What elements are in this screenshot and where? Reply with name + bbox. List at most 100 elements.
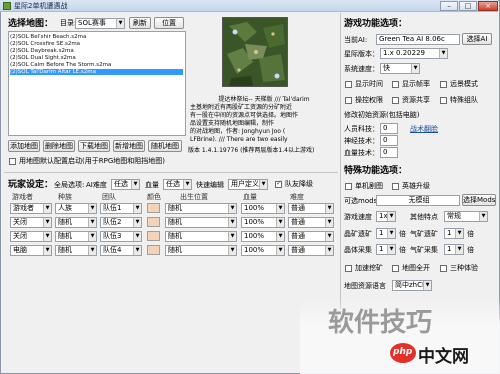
player-select[interactable]: 关闭 ▼ bbox=[10, 231, 52, 242]
team-value: 队伍3 bbox=[103, 232, 122, 240]
chevron-down-icon: ▼ bbox=[325, 232, 333, 241]
resource-share-checkbox[interactable] bbox=[392, 97, 399, 104]
chevron-down-icon: ▼ bbox=[133, 204, 141, 213]
player-color-swatch[interactable] bbox=[147, 231, 160, 241]
mineral-collect-select[interactable]: 1 ▼ bbox=[376, 244, 396, 255]
player-select[interactable]: 电脑 ▼ bbox=[10, 245, 52, 256]
far-view-checkbox[interactable] bbox=[440, 81, 447, 88]
tactics-link[interactable]: 战术翻脸 bbox=[410, 124, 438, 134]
version-select[interactable]: 1.x 0.20229 ▼ bbox=[380, 48, 448, 59]
player-color-swatch[interactable] bbox=[147, 217, 160, 227]
hp-percent-select[interactable]: 100% ▼ bbox=[241, 245, 285, 256]
race-value: 人族 bbox=[58, 204, 72, 212]
maximize-button[interactable]: □ bbox=[459, 1, 477, 11]
select-mods-button[interactable]: 选择Mods bbox=[462, 194, 496, 206]
chevron-down-icon: ▼ bbox=[183, 180, 191, 189]
new-map-button[interactable]: 新增地图 bbox=[113, 140, 145, 152]
select-ai-button[interactable]: 选择AI bbox=[462, 33, 492, 45]
race-select[interactable]: 随机 ▼ bbox=[55, 231, 97, 242]
single-scenario-label: 单机剧图 bbox=[355, 182, 383, 190]
mineral-left-label: 晶矿遗矿 bbox=[344, 230, 372, 238]
map-list[interactable]: (2)SOL Bel'shir Beach.s2ma (2)SOL Crossf… bbox=[8, 31, 186, 136]
control-permission-checkbox[interactable] bbox=[345, 97, 352, 104]
minerals-input[interactable]: 0 bbox=[380, 123, 398, 134]
spawn-select[interactable]: 随机 ▼ bbox=[165, 231, 237, 242]
chevron-down-icon: ▼ bbox=[228, 232, 236, 241]
gas-left-select[interactable]: 1 ▼ bbox=[444, 228, 464, 239]
show-time-label: 显示时间 bbox=[355, 80, 383, 88]
map-version-text: 版本 1.4.1.19776 (推荐两层版本1.4以上游戏) bbox=[188, 147, 315, 154]
location-button[interactable]: 位置 bbox=[154, 17, 184, 29]
map-language-select[interactable]: 简中zhCN ▼ bbox=[392, 280, 432, 291]
map-list-item[interactable]: (2)SOL Bel'shir Beach.s2ma bbox=[10, 34, 183, 40]
team-downgrade-checkbox[interactable] bbox=[275, 179, 282, 188]
quick-edit-select[interactable]: 用户定义 ▼ bbox=[228, 179, 268, 190]
spawn-select[interactable]: 随机 ▼ bbox=[165, 203, 237, 214]
special-team-checkbox[interactable] bbox=[440, 97, 447, 104]
difficulty-select[interactable]: 普通 ▼ bbox=[288, 231, 334, 242]
refresh-button[interactable]: 刷新 bbox=[129, 17, 151, 29]
hp-select[interactable]: 任选 ▼ bbox=[163, 179, 192, 190]
map-list-item[interactable]: (2)SOL Calm Before The Storm.s2ma bbox=[10, 62, 183, 68]
system-speed-label: 系统速度： bbox=[344, 65, 379, 73]
minimize-button[interactable]: – bbox=[440, 1, 458, 11]
hp-tech-label: 血量技术： bbox=[344, 149, 379, 157]
default-config-checkbox[interactable] bbox=[9, 158, 16, 165]
map-reveal-checkbox[interactable] bbox=[392, 265, 399, 272]
map-list-item-selected[interactable]: (2)SOL Tal'Darim Altar LE.s2ma bbox=[10, 69, 183, 75]
single-scenario-checkbox[interactable] bbox=[345, 183, 352, 190]
three-races-checkbox[interactable] bbox=[440, 265, 447, 272]
map-source-select[interactable]: SOL赛事 ▼ bbox=[75, 18, 125, 29]
race-select[interactable]: 人族 ▼ bbox=[55, 203, 97, 214]
show-fps-checkbox[interactable] bbox=[392, 81, 399, 88]
chevron-down-icon: ▼ bbox=[43, 204, 51, 213]
hp-percent-select[interactable]: 100% ▼ bbox=[241, 231, 285, 242]
mods-field[interactable]: 无模组 bbox=[376, 195, 460, 206]
map-list-item[interactable]: (2)SOL Crossfire SE.s2ma bbox=[10, 41, 183, 47]
player-select[interactable]: 关闭 ▼ bbox=[10, 217, 52, 228]
player-select[interactable]: 游戏者 ▼ bbox=[10, 203, 52, 214]
fast-mining-checkbox[interactable] bbox=[345, 265, 352, 272]
hero-upgrade-checkbox[interactable] bbox=[392, 183, 399, 190]
difficulty-select[interactable]: 普通 ▼ bbox=[288, 245, 334, 256]
map-list-item[interactable]: (2)SOL Daybreak.s2ma bbox=[10, 48, 183, 54]
team-select[interactable]: 队伍3 ▼ bbox=[100, 231, 142, 242]
team-select[interactable]: 队伍4 ▼ bbox=[100, 245, 142, 256]
hp-tech-input[interactable]: 0 bbox=[380, 147, 398, 158]
race-select[interactable]: 随机 ▼ bbox=[55, 245, 97, 256]
team-select[interactable]: 队伍2 ▼ bbox=[100, 217, 142, 228]
team-select[interactable]: 队伍1 ▼ bbox=[100, 203, 142, 214]
random-map-button[interactable]: 随机地图 bbox=[148, 140, 182, 152]
system-speed-select[interactable]: 快 ▼ bbox=[380, 63, 420, 74]
mods-label: 可选mods bbox=[344, 197, 378, 205]
player-color-swatch[interactable] bbox=[147, 245, 160, 255]
delete-map-button[interactable]: 删除地图 bbox=[43, 140, 75, 152]
current-ai-field[interactable]: Green Tea AI 8.06c bbox=[376, 34, 460, 45]
map-description-line: 的对战地图，作者: Jonghyun Joo ( bbox=[190, 128, 286, 135]
gas-left-unit: 倍 bbox=[467, 230, 474, 238]
player-color-swatch[interactable] bbox=[147, 203, 160, 213]
gas-collect-select[interactable]: 1 ▼ bbox=[444, 244, 464, 255]
hp-percent-select[interactable]: 100% ▼ bbox=[241, 217, 285, 228]
add-map-button[interactable]: 添加地图 bbox=[8, 140, 40, 152]
system-speed-value: 快 bbox=[383, 64, 390, 72]
neural-tech-input[interactable]: 0 bbox=[380, 135, 398, 146]
map-select-header: 选择地图： bbox=[8, 19, 54, 29]
chevron-down-icon: ▼ bbox=[387, 245, 395, 254]
difficulty-select[interactable]: 普通 ▼ bbox=[288, 217, 334, 228]
title-bar[interactable] bbox=[0, 0, 498, 12]
mineral-left-select[interactable]: 1 ▼ bbox=[376, 228, 396, 239]
spawn-select[interactable]: 随机 ▼ bbox=[165, 245, 237, 256]
hp-percent-select[interactable]: 100% ▼ bbox=[241, 203, 285, 214]
close-button[interactable]: × bbox=[478, 1, 498, 11]
spawn-select[interactable]: 随机 ▼ bbox=[165, 217, 237, 228]
show-time-checkbox[interactable] bbox=[345, 81, 352, 88]
difficulty-select[interactable]: 普通 ▼ bbox=[288, 203, 334, 214]
race-select[interactable]: 随机 ▼ bbox=[55, 217, 97, 228]
scope-select[interactable]: 任选 ▼ bbox=[111, 179, 140, 190]
map-list-item[interactable]: (2)SOL Dual Sight.s2ma bbox=[10, 55, 183, 61]
chevron-down-icon: ▼ bbox=[276, 246, 284, 255]
download-map-button[interactable]: 下载地图 bbox=[78, 140, 110, 152]
game-speed-select[interactable]: 1x ▼ bbox=[376, 211, 396, 222]
other-feature-select[interactable]: 常规 ▼ bbox=[444, 211, 488, 222]
